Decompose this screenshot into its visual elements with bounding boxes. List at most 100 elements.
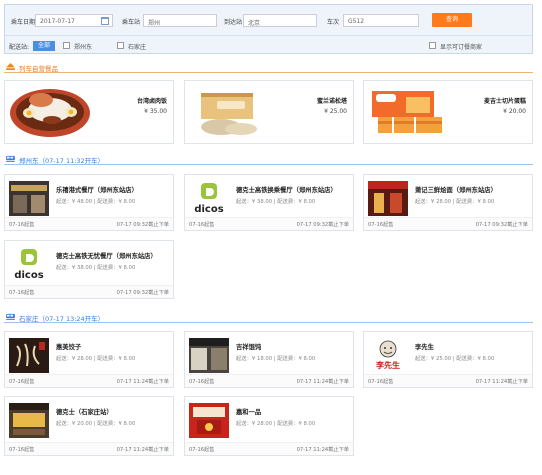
wonton-shop-image (189, 338, 229, 373)
restaurant-card[interactable]: 嘉和一品 起送：¥ 28.00 | 配送费：¥ 8.00 07-16起售 07-… (184, 396, 354, 456)
dumpling-logo (9, 338, 49, 373)
restaurant-card[interactable]: dicos 德克士高铁无忧餐厅（郑州东站店） 起送：¥ 38.00 | 配送费：… (4, 240, 174, 299)
restaurant-name: 李先生 (415, 344, 434, 351)
restaurant-card[interactable]: 惠美饺子 起送：¥ 28.00 | 配送费：¥ 8.00 07-16起售 07-… (4, 331, 174, 388)
restaurant-delivery-info: 起送：¥ 28.00 | 配送费：¥ 8.00 (415, 199, 495, 205)
mr-lee-logo-text: 李先生 (375, 360, 400, 370)
restaurant-delivery-info: 起送：¥ 25.00 | 配送费：¥ 8.00 (415, 356, 495, 362)
sale-start: 07-16起售 (189, 222, 215, 228)
sale-start: 07-16起售 (9, 222, 35, 228)
restaurant-card[interactable]: 德克士（石家庄站） 起送：¥ 20.00 | 配送费：¥ 8.00 07-16起… (4, 396, 174, 456)
restaurant-name: 德克士（石家庄站） (56, 409, 113, 416)
section-header-train-food: 列车自营餐品 (4, 60, 533, 74)
noodle-shop-image (368, 181, 408, 216)
search-divider (5, 35, 532, 36)
order-deadline: 07-17 09:32截止下单 (116, 222, 169, 228)
restaurant-footer: 07-16起售 07-17 11:24截止下单 (5, 374, 173, 387)
order-deadline: 07-17 11:24截止下单 (116, 379, 169, 385)
restaurant-delivery-info: 起送：¥ 20.00 | 配送费：¥ 8.00 (56, 421, 136, 427)
restaurant-card[interactable]: 吉祥馄饨 起送：¥ 18.00 | 配送费：¥ 8.00 07-16起售 07-… (184, 331, 354, 388)
date-label: 乘车日期 (11, 19, 36, 26)
station-filter-label: 配送站: (9, 44, 30, 51)
filter-shijiazhuang-label[interactable]: 石家庄 (128, 42, 146, 51)
restaurant-name: 德克士高铁换乘餐厅（郑州东站店） (236, 187, 337, 194)
sale-start: 07-16起售 (189, 447, 215, 453)
restaurant-card[interactable]: 萧记三鲜烩面（郑州东站店） 起送：¥ 28.00 | 配送费：¥ 8.00 07… (363, 174, 533, 231)
to-label: 到达站 (224, 19, 243, 26)
restaurant-name: 乐禧港式餐厅（郑州东站店） (56, 187, 138, 194)
restaurant-card[interactable]: 李先生 李先生 起送：¥ 25.00 | 配送费：¥ 8.00 07-16起售 … (363, 331, 533, 388)
train-number-input[interactable]: G512 (343, 14, 419, 27)
product-card[interactable]: 麦吉士切片蛋糕 ¥ 20.00 (363, 80, 533, 144)
restaurant-name: 嘉和一品 (236, 409, 262, 416)
product-price: ¥ 20.00 (503, 108, 526, 115)
restaurant-footer: 07-16起售 07-17 09:32截止下单 (364, 217, 532, 230)
cart-icon (6, 63, 15, 70)
order-deadline: 07-17 09:32截止下单 (296, 222, 349, 228)
only-orderable-checkbox[interactable] (429, 42, 436, 49)
restaurant-delivery-info: 起送：¥ 28.00 | 配送费：¥ 8.00 (236, 421, 316, 427)
restaurant-footer: 07-16起售 07-17 11:24截止下单 (185, 442, 353, 455)
product-name: 台湾卤肉饭 (136, 98, 167, 105)
restaurant-footer: 07-16起售 07-17 11:24截止下单 (185, 374, 353, 387)
restaurant-name: 德克士高铁无忧餐厅（郑州东站店） (56, 253, 157, 260)
braised-pork-rice-image (10, 89, 90, 137)
filter-all-button[interactable]: 全部 (33, 41, 55, 51)
calendar-icon[interactable] (101, 17, 109, 25)
sale-start: 07-16起售 (9, 290, 35, 296)
product-price: ¥ 35.00 (144, 108, 167, 115)
sale-start: 07-16起售 (368, 379, 394, 385)
section-underline (4, 72, 533, 73)
section-header-shijiazhuang: 石家庄（07-17 13:24开车） (4, 310, 533, 324)
section-underline (4, 322, 533, 323)
dicos-logo-text: dicos (194, 204, 223, 215)
to-station-input[interactable]: 北京 (243, 14, 317, 27)
product-card[interactable]: 蜜兰诺松塔 ¥ 25.00 (184, 80, 354, 144)
search-panel: 乘车日期 2017-07-17 乘车站 郑州 到达站 北京 车次 G512 查询… (4, 4, 533, 54)
restaurant-delivery-info: 起送：¥ 18.00 | 配送费：¥ 8.00 (236, 356, 316, 362)
mages-cake-image (372, 91, 442, 133)
restaurant-card[interactable]: 乐禧港式餐厅（郑州东站店） 起送：¥ 48.00 | 配送费：¥ 8.00 07… (4, 174, 174, 231)
order-deadline: 07-17 11:24截止下单 (475, 379, 528, 385)
product-price: ¥ 25.00 (324, 108, 347, 115)
restaurant-delivery-info: 起送：¥ 38.00 | 配送费：¥ 8.00 (56, 265, 136, 271)
restaurant-footer: 07-16起售 07-17 09:32截止下单 (185, 217, 353, 230)
order-deadline: 07-17 09:32截止下单 (116, 290, 169, 296)
train-number-value: G512 (348, 18, 365, 25)
query-button[interactable]: 查询 (432, 13, 472, 27)
filter-zhengzhou-label[interactable]: 郑州东 (74, 42, 92, 51)
restaurant-name: 萧记三鲜烩面（郑州东站店） (415, 187, 497, 194)
filter-shijiazhuang-checkbox[interactable] (117, 42, 124, 49)
order-deadline: 07-17 09:32截止下单 (475, 222, 528, 228)
sale-start: 07-16起售 (189, 379, 215, 385)
sale-start: 07-16起售 (368, 222, 394, 228)
restaurant-footer: 07-16起售 07-17 11:24截止下单 (364, 374, 532, 387)
order-deadline: 07-17 11:24截止下单 (296, 447, 349, 453)
from-label: 乘车站 (122, 19, 141, 26)
from-station-input[interactable]: 郑州 (143, 14, 217, 27)
section-underline (4, 164, 533, 165)
restaurant-footer: 07-16起售 07-17 09:32截止下单 (5, 217, 173, 230)
restaurant-name: 惠美饺子 (56, 344, 82, 351)
mr-lee-logo: 李先生 (368, 338, 408, 373)
pastry-box-image (201, 93, 257, 135)
from-station-value: 郑州 (148, 20, 161, 27)
restaurant-footer: 07-16起售 07-17 09:32截止下单 (5, 285, 173, 298)
product-card[interactable]: 台湾卤肉饭 ¥ 35.00 (4, 80, 174, 144)
to-station-value: 北京 (248, 20, 261, 27)
dicos-logo: dicos (9, 247, 49, 282)
store-front-image (9, 181, 49, 216)
restaurant-card[interactable]: dicos 德克士高铁换乘餐厅（郑州东站店） 起送：¥ 38.00 | 配送费：… (184, 174, 354, 231)
filter-zhengzhou-checkbox[interactable] (63, 42, 70, 49)
dicos-logo: dicos (189, 181, 229, 216)
sale-start: 07-16起售 (9, 447, 35, 453)
filter-row: 配送站: 全部 郑州东 石家庄 显示可订餐商家 (5, 41, 532, 51)
only-orderable-label[interactable]: 显示可订餐商家 (440, 42, 482, 51)
restaurant-name: 吉祥馄饨 (236, 344, 262, 351)
train-icon (6, 155, 15, 162)
restaurant-footer: 07-16起售 07-17 11:24截止下单 (5, 442, 173, 455)
product-name: 麦吉士切片蛋糕 (483, 98, 526, 105)
dicos-logo-text: dicos (14, 270, 43, 281)
date-input[interactable]: 2017-07-17 (35, 14, 113, 27)
product-name: 蜜兰诺松塔 (316, 98, 347, 105)
